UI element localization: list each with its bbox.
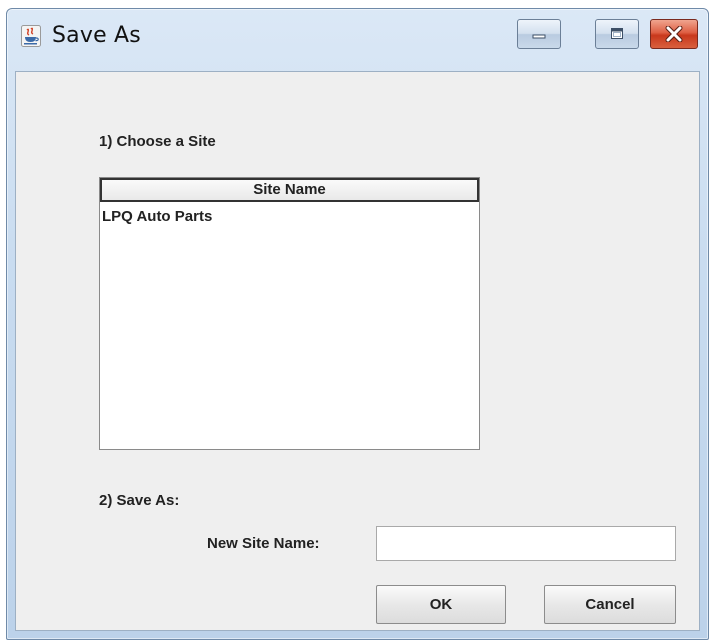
site-table[interactable]: Site Name LPQ Auto Parts bbox=[99, 177, 480, 450]
minimize-icon bbox=[532, 34, 546, 39]
ok-button[interactable]: OK bbox=[376, 585, 506, 624]
choose-site-label: 1) Choose a Site bbox=[99, 133, 216, 150]
dialog-content: 1) Choose a Site Site Name LPQ Auto Part… bbox=[15, 71, 700, 631]
close-button[interactable] bbox=[650, 19, 698, 49]
window-title: Save As bbox=[52, 23, 141, 48]
maximize-icon bbox=[611, 28, 623, 39]
java-cup-icon bbox=[21, 25, 41, 47]
close-icon bbox=[665, 26, 683, 42]
title-bar[interactable]: Save As bbox=[7, 9, 708, 71]
save-as-section-label: 2) Save As: bbox=[99, 492, 180, 509]
new-site-name-field[interactable] bbox=[376, 526, 676, 561]
site-name-column-header[interactable]: Site Name bbox=[100, 178, 479, 202]
table-row[interactable]: LPQ Auto Parts bbox=[100, 206, 479, 228]
save-as-dialog: Save As 1) Choose a Site Site Name LPQ A… bbox=[6, 8, 709, 640]
cancel-button[interactable]: Cancel bbox=[544, 585, 676, 624]
maximize-button[interactable] bbox=[595, 19, 639, 49]
minimize-button[interactable] bbox=[517, 19, 561, 49]
new-site-name-label: New Site Name: bbox=[207, 535, 320, 552]
